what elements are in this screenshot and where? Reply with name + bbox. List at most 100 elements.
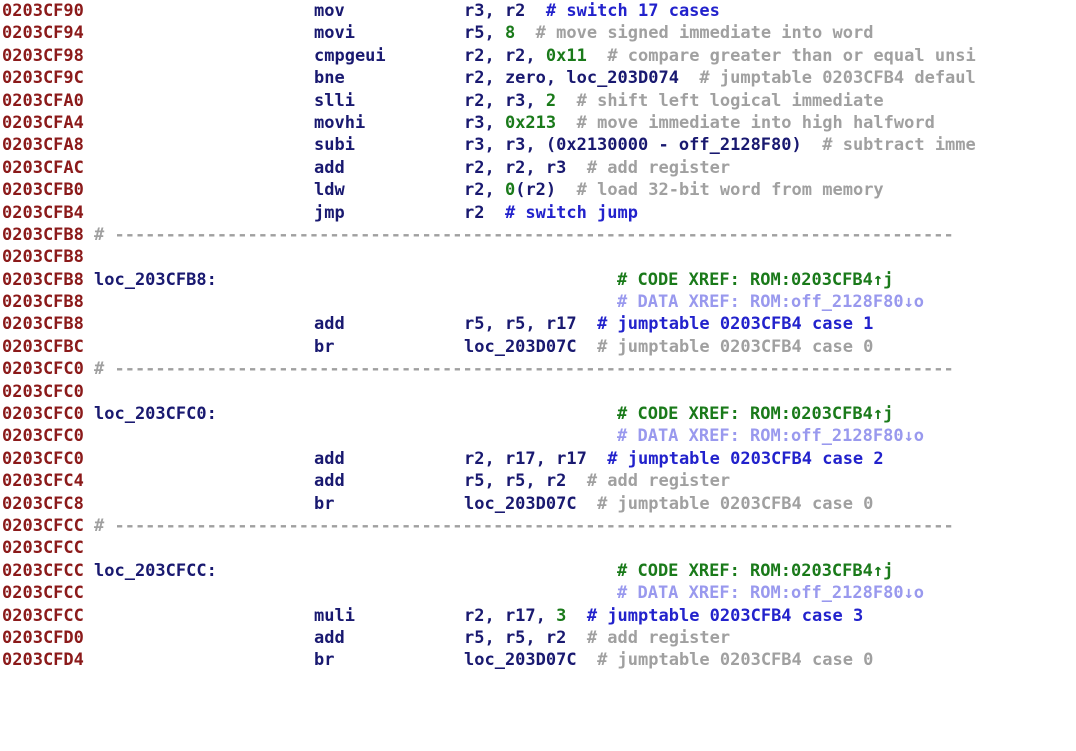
line-address[interactable]: 0203CFC0 [2,425,84,447]
line-comment[interactable]: # jumptable 0203CFB4 case 0 [577,650,873,670]
line-address[interactable]: 0203CFC0 [2,448,84,470]
line-address[interactable]: 0203CFD4 [2,649,84,671]
instruction-mnemonic[interactable]: movi [314,22,355,44]
line-comment[interactable]: # jumptable 0203CFB4 defaul [679,68,975,88]
disasm-line[interactable]: 0203CFBC br loc_203D07C # jumptable 0203CF… [0,336,1076,358]
operand-immediate[interactable]: 0x11 [546,46,587,66]
instruction-operands[interactable]: r3, r2 # switch 17 cases [464,0,720,22]
instruction-operands[interactable]: r2, r2, 0x11 # compare greater than or e… [464,45,976,67]
disasm-line[interactable]: 0203CFB8 add r5, r5, r17 # jumptable 0203C… [0,313,1076,335]
instruction-operands[interactable]: loc_203D07C # jumptable 0203CFB4 case 0 [464,649,873,671]
line-address[interactable]: 0203CFB8 [2,291,84,313]
instruction-operands[interactable]: loc_203D07C # jumptable 0203CFB4 case 0 [464,493,873,515]
operand-register[interactable]: r2, r2, r3 [464,158,566,178]
operand-immediate[interactable]: 0 [505,180,515,200]
instruction-mnemonic[interactable]: br [314,336,334,358]
instruction-mnemonic[interactable]: jmp [314,202,345,224]
instruction-operands[interactable]: r2, zero, loc_203D074 # jumptable 0203CF… [464,67,976,89]
line-comment[interactable]: # subtract imme [802,135,976,155]
repeatable-comment[interactable]: # jumptable 0203CFB4 case 1 [577,314,873,334]
line-address[interactable]: 0203CFA0 [2,90,84,112]
instruction-mnemonic[interactable]: add [314,448,345,470]
instruction-operands[interactable]: loc_203D07C # jumptable 0203CFB4 case 0 [464,336,873,358]
instruction-mnemonic[interactable]: subi [314,134,355,156]
operand-immediate[interactable]: 2 [546,91,556,111]
data-xref-comment[interactable]: # DATA XREF: ROM:off_2128F80↓o [617,582,924,604]
instruction-operands[interactable]: r2, 0(r2) # load 32-bit word from memory [464,179,884,201]
line-address[interactable]: 0203CF9C [2,67,84,89]
disasm-line[interactable]: 0203CFA4 movhi r3, 0x213 # move immediate … [0,112,1076,134]
line-comment[interactable]: # load 32-bit word from memory [556,180,884,200]
disasm-line[interactable]: 0203CFCC muli r2, r17, 3 # jumptable 0203C… [0,605,1076,627]
line-address[interactable]: 0203CFCC [2,605,84,627]
disasm-line[interactable]: 0203CFB4 jmp r2 # switch jump [0,202,1076,224]
disasm-line[interactable]: 0203CFD4 br loc_203D07C # jumptable 0203CF… [0,649,1076,671]
instruction-operands[interactable]: r5, r5, r2 # add register [464,470,730,492]
code-xref-comment[interactable]: # CODE XREF: ROM:0203CFB4↑j [617,269,893,291]
line-address[interactable]: 0203CFA8 [2,134,84,156]
data-xref-comment[interactable]: # DATA XREF: ROM:off_2128F80↓o [617,291,924,313]
disasm-line[interactable]: 0203CFB8 # ------------------------------… [0,224,1076,246]
disasm-line[interactable]: 0203CF90 mov r3, r2 # switch 17 cases [0,0,1076,22]
operand-register[interactable]: r2, r17, r17 [464,449,587,469]
line-comment[interactable]: # jumptable 0203CFB4 case 0 [577,494,873,514]
operand-register[interactable]: (r2) [515,180,556,200]
repeatable-comment[interactable]: # switch 17 cases [525,1,720,21]
operand-label-ref[interactable]: loc_203D07C [464,494,577,514]
disasm-line[interactable]: 0203CFB0 ldw r2, 0(r2) # load 32-bit word … [0,179,1076,201]
line-address[interactable]: 0203CFC0 [2,358,84,380]
instruction-mnemonic[interactable]: br [314,493,334,515]
instruction-mnemonic[interactable]: add [314,470,345,492]
repeatable-comment[interactable]: # switch jump [484,203,638,223]
disasm-line[interactable]: 0203CFCC # ------------------------------… [0,515,1076,537]
line-address[interactable]: 0203CFC4 [2,470,84,492]
instruction-mnemonic[interactable]: bne [314,67,345,89]
line-address[interactable]: 0203CFCC [2,537,84,559]
line-comment[interactable]: # jumptable 0203CFB4 case 0 [577,337,873,357]
operand-register[interactable]: r5, r5, r2 [464,471,566,491]
line-address[interactable]: 0203CF98 [2,45,84,67]
disasm-line[interactable]: 0203CFAC add r2, r2, r3 # add register [0,157,1076,179]
line-comment[interactable]: # shift left logical immediate [556,91,884,111]
line-address[interactable]: 0203CFD0 [2,627,84,649]
instruction-mnemonic[interactable]: add [314,313,345,335]
line-address[interactable]: 0203CFC0 [2,381,84,403]
line-address[interactable]: 0203CFCC [2,560,84,582]
disassembly-listing[interactable]: 0203CF90 mov r3, r2 # switch 17 cases 0203C… [0,0,1076,751]
instruction-operands[interactable]: r5, r5, r17 # jumptable 0203CFB4 case 1 [464,313,873,335]
instruction-mnemonic[interactable]: add [314,157,345,179]
operand-immediate[interactable]: 0x213 [505,113,556,133]
line-address[interactable]: 0203CFCC [2,582,84,604]
operand-register[interactable]: r2, r17, [464,606,556,626]
operand-label-ref[interactable]: loc_203D07C [464,650,577,670]
instruction-operands[interactable]: r2, r3, 2 # shift left logical immediate [464,90,884,112]
line-address[interactable]: 0203CFB8 [2,224,84,246]
disasm-line[interactable]: 0203CF94 movi r5, 8 # move signed immediat… [0,22,1076,44]
line-comment[interactable]: # add register [566,628,730,648]
disasm-line[interactable]: 0203CFB8 [0,246,1076,268]
disasm-line[interactable]: 0203CFB8 loc_203CFB8: # CODE XREF: ROM:020… [0,269,1076,291]
line-address[interactable]: 0203CFB8 [2,246,84,268]
operand-register[interactable]: r3, r3, (0x2130000 - off_2128F80) [464,135,802,155]
instruction-mnemonic[interactable]: cmpgeui [314,45,386,67]
operand-label-ref[interactable]: loc_203D07C [464,337,577,357]
disasm-line[interactable]: 0203CF9C bne r2, zero, loc_203D074 # jumpt… [0,67,1076,89]
instruction-mnemonic[interactable]: slli [314,90,355,112]
disasm-line[interactable]: 0203CFC0 loc_203CFC0: # CODE XREF: ROM:020… [0,403,1076,425]
line-address[interactable]: 0203CF90 [2,0,84,22]
disasm-line[interactable]: 0203CFCC loc_203CFCC: # CODE XREF: ROM:020… [0,560,1076,582]
operand-register[interactable]: r2 [464,203,484,223]
code-xref-comment[interactable]: # CODE XREF: ROM:0203CFB4↑j [617,560,893,582]
operand-immediate[interactable]: 8 [505,23,515,43]
line-address[interactable]: 0203CFCC [2,515,84,537]
line-address[interactable]: 0203CFB0 [2,179,84,201]
disasm-line[interactable]: 0203CFC0 # DATA XREF: ROM:off_2128F80↓o [0,425,1076,447]
instruction-mnemonic[interactable]: add [314,627,345,649]
line-address[interactable]: 0203CFB8 [2,269,84,291]
disasm-line[interactable]: 0203CFCC # DATA XREF: ROM:off_2128F80↓o [0,582,1076,604]
disasm-line[interactable]: 0203CFCC [0,537,1076,559]
operand-register[interactable]: r2, zero, [464,68,566,88]
disasm-line[interactable]: 0203CFC8 br loc_203D07C # jumptable 0203CF… [0,493,1076,515]
code-xref-comment[interactable]: # CODE XREF: ROM:0203CFB4↑j [617,403,893,425]
disasm-line[interactable]: 0203CF98 cmpgeui r2, r2, 0x11 # compare gr… [0,45,1076,67]
